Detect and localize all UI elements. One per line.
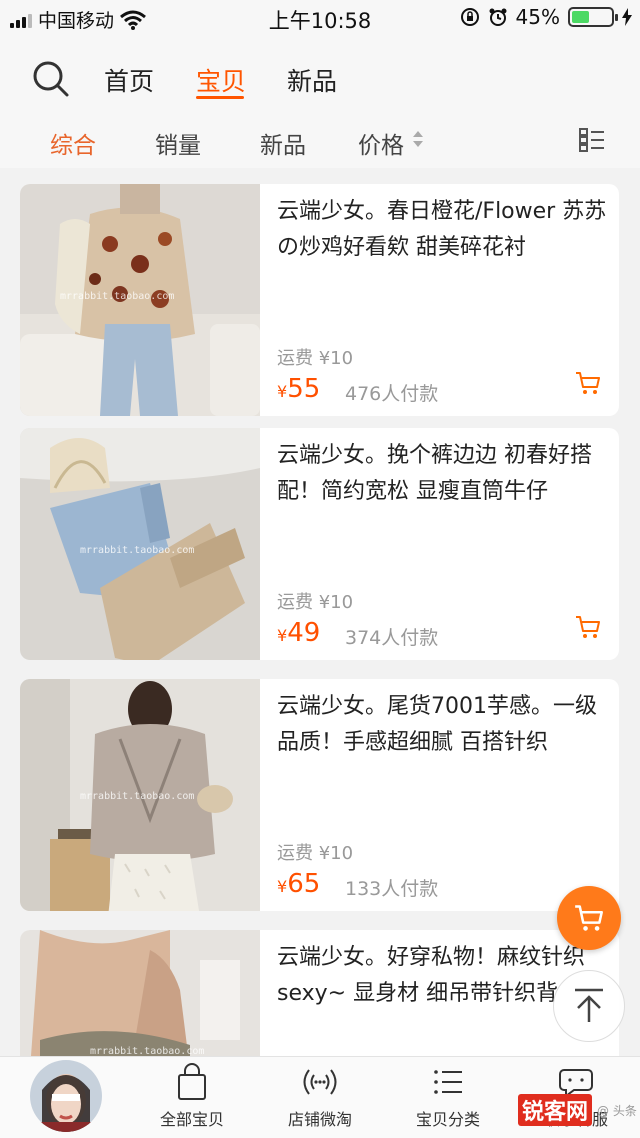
alarm-icon: [489, 8, 507, 26]
product-image[interactable]: mrrabbit.taobao.com: [20, 679, 260, 911]
price-value: 65: [287, 869, 321, 899]
bottom-all-items-label: 全部宝贝: [159, 1110, 224, 1129]
category-list-icon: [434, 1070, 462, 1094]
product-price: ¥65: [277, 869, 320, 899]
product-title[interactable]: 云端少女。春日橙花/Flower 苏苏の炒鸡好看欸 甜美碎花衬: [277, 194, 607, 266]
shipping-fee: 运费 ¥10: [277, 348, 354, 369]
product-title[interactable]: 云端少女。尾货7001芋感。一级品质！手感超细腻 百搭针织: [277, 689, 607, 761]
bottom-categories[interactable]: 宝贝分类: [388, 1062, 508, 1130]
sales-count: 133人付款: [345, 878, 439, 900]
orientation-lock-icon: [460, 8, 479, 26]
tab-items[interactable]: 宝贝: [196, 62, 246, 98]
charging-icon: [622, 8, 632, 26]
bottom-categories-label: 宝贝分类: [415, 1110, 480, 1129]
sort-price[interactable]: 价格: [358, 126, 404, 160]
shipping-fee: 运费 ¥10: [277, 843, 354, 864]
arrow-up-icon: [575, 988, 603, 1022]
product-card[interactable]: mrrabbit.taobao.com 云端少女。挽个裤边边 初春好搭配！简约宽…: [20, 428, 619, 660]
product-card[interactable]: mrrabbit.taobao.com 云端少女。好穿私物！麻纹针织sexy~ …: [20, 930, 619, 1070]
add-to-cart-icon[interactable]: [575, 370, 601, 396]
sort-arrows-icon: [413, 131, 423, 147]
site-watermark: 锐客网: [518, 1094, 593, 1126]
tab-home[interactable]: 首页: [104, 62, 154, 98]
battery-percent: 45%: [515, 5, 560, 29]
product-image[interactable]: mrrabbit.taobao.com: [20, 428, 260, 660]
sort-new[interactable]: 新品: [260, 126, 306, 160]
price-value: 55: [287, 374, 321, 404]
product-image[interactable]: mrrabbit.taobao.com: [20, 930, 260, 1070]
add-to-cart-icon[interactable]: [575, 614, 601, 640]
product-title[interactable]: 云端少女。挽个裤边边 初春好搭配！简约宽松 显瘦直筒牛仔: [277, 438, 607, 510]
sales-count: 476人付款: [345, 383, 439, 405]
bottom-all-items[interactable]: 全部宝贝: [132, 1062, 252, 1130]
sort-sales[interactable]: 销量: [155, 126, 201, 160]
currency-symbol: ¥: [277, 626, 288, 645]
image-watermark: mrrabbit.taobao.com: [80, 545, 194, 556]
price-value: 49: [287, 618, 321, 648]
floating-cart-button[interactable]: [557, 886, 621, 950]
status-right: 45%: [460, 5, 632, 29]
sales-count: 374人付款: [345, 627, 439, 649]
product-card[interactable]: mrrabbit.taobao.com 云端少女。尾货7001芋感。一级品质！手…: [20, 679, 619, 911]
sort-comprehensive[interactable]: 综合: [50, 126, 96, 160]
sort-bar: [0, 116, 640, 168]
product-price: ¥49: [277, 618, 320, 648]
tab-new[interactable]: 新品: [287, 62, 337, 98]
broadcast-icon: [303, 1069, 337, 1095]
tab-active-indicator: [196, 96, 244, 99]
bottom-store-feed-label: 店铺微淘: [287, 1110, 352, 1129]
list-view-icon[interactable]: [579, 128, 605, 152]
image-watermark: mrrabbit.taobao.com: [60, 291, 174, 302]
bottom-store-feed[interactable]: 店铺微淘: [260, 1062, 380, 1130]
shop-avatar[interactable]: [30, 1060, 102, 1132]
source-watermark: @ 头条: [597, 1104, 637, 1118]
status-bar: 中国移动 上午10:58 45%: [0, 0, 640, 36]
currency-symbol: ¥: [277, 877, 288, 896]
image-watermark: mrrabbit.taobao.com: [80, 791, 194, 802]
product-image[interactable]: mrrabbit.taobao.com: [20, 184, 260, 416]
battery-icon: [568, 7, 618, 27]
search-icon[interactable]: [32, 60, 70, 98]
cart-icon: [575, 905, 603, 931]
product-price: ¥55: [277, 374, 320, 404]
shipping-fee: 运费 ¥10: [277, 592, 354, 613]
shopping-bag-icon: [178, 1063, 206, 1100]
currency-symbol: ¥: [277, 382, 288, 401]
back-to-top-button[interactable]: [553, 970, 625, 1042]
product-card[interactable]: mrrabbit.taobao.com 云端少女。春日橙花/Flower 苏苏の…: [20, 184, 619, 416]
